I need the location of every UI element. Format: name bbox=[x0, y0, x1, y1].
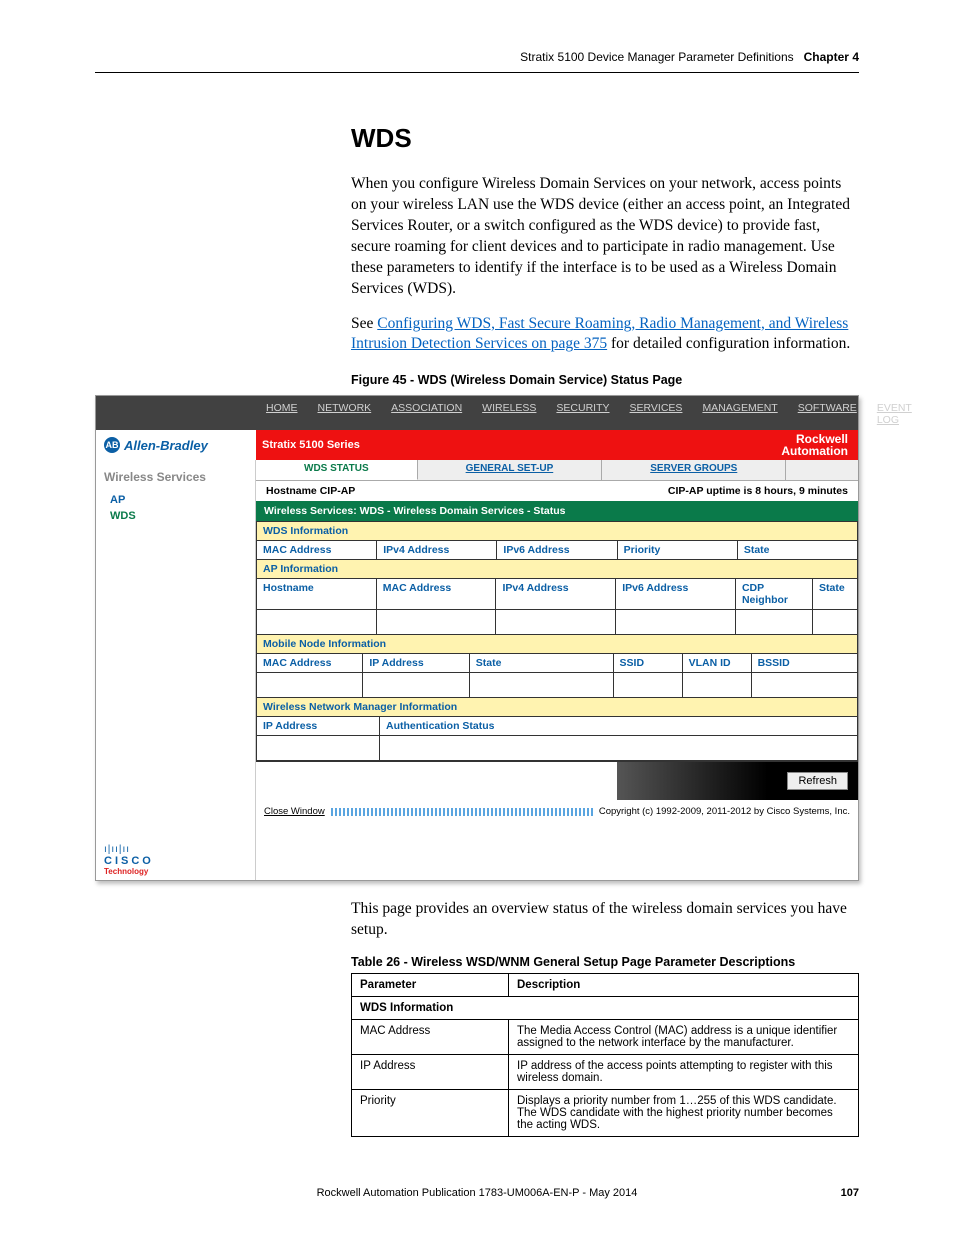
col-ipv6: IPv6 Address bbox=[497, 541, 617, 560]
header-rule bbox=[95, 72, 859, 73]
tab-association[interactable]: ASSOCIATION bbox=[381, 398, 472, 430]
row-ip-d: IP address of the access points attempti… bbox=[509, 1055, 859, 1090]
series-label: Stratix 5100 Series bbox=[262, 439, 360, 451]
col-ssid: SSID bbox=[614, 654, 683, 673]
top-bar: HOME NETWORK ASSOCIATION WIRELESS SECURI… bbox=[96, 396, 858, 430]
para2-pre: See bbox=[351, 315, 377, 332]
tab-event-log[interactable]: EVENT LOG bbox=[867, 398, 922, 430]
row-pri-p: Priority bbox=[352, 1090, 509, 1137]
col-state2: State bbox=[813, 579, 857, 610]
subtab-wds-status[interactable]: WDS STATUS bbox=[256, 460, 418, 480]
th-param: Parameter bbox=[352, 974, 509, 997]
status-bar: Wireless Services: WDS - Wireless Domain… bbox=[256, 501, 858, 521]
doc-title: Stratix 5100 Device Manager Parameter De… bbox=[520, 50, 793, 64]
wds-info-header: WDS Information bbox=[257, 522, 857, 541]
subtab-server-groups[interactable]: SERVER GROUPS bbox=[602, 460, 786, 480]
col-vlan: VLAN ID bbox=[683, 654, 752, 673]
tab-services[interactable]: SERVICES bbox=[620, 398, 693, 430]
col-ip2: IP Address bbox=[257, 717, 380, 736]
close-window-link[interactable]: Close Window bbox=[264, 806, 325, 817]
hostname-row: Hostname CIP-AP CIP-AP uptime is 8 hours… bbox=[256, 481, 858, 501]
ab-icon: AB bbox=[104, 437, 120, 453]
row-mac-p: MAC Address bbox=[352, 1020, 509, 1055]
running-header: Stratix 5100 Device Manager Parameter De… bbox=[95, 50, 859, 64]
shot-footer: Close Window Copyright (c) 1992-2009, 20… bbox=[256, 800, 858, 823]
refresh-button[interactable]: Refresh bbox=[787, 772, 848, 790]
chapter-label: Chapter 4 bbox=[804, 50, 859, 64]
th-desc: Description bbox=[509, 974, 859, 997]
figure-title: Figure 45 - WDS (Wireless Domain Service… bbox=[351, 373, 859, 387]
col-state: State bbox=[738, 541, 857, 560]
row-mac-d: The Media Access Control (MAC) address i… bbox=[509, 1020, 859, 1055]
col-bssid: BSSID bbox=[752, 654, 857, 673]
after-figure-para: This page provides an overview status of… bbox=[351, 899, 859, 941]
col-mac2: MAC Address bbox=[377, 579, 497, 610]
ap-info-header: AP Information bbox=[257, 560, 857, 579]
hostname-value: CIP-AP bbox=[320, 485, 356, 497]
tab-home[interactable]: HOME bbox=[256, 398, 308, 430]
rockwell-logo: RockwellAutomation bbox=[781, 433, 848, 458]
row-pri-d: Displays a priority number from 1…255 of… bbox=[509, 1090, 859, 1137]
sidebar-item-wds[interactable]: WDS bbox=[110, 510, 247, 522]
main-nav-tabs: HOME NETWORK ASSOCIATION WIRELESS SECURI… bbox=[256, 398, 922, 430]
action-save[interactable]: Save Configuration bbox=[922, 404, 954, 426]
tab-wireless[interactable]: WIRELESS bbox=[472, 398, 546, 430]
row-ip-p: IP Address bbox=[352, 1055, 509, 1090]
brand-bar: ABAllen-Bradley Stratix 5100 Series Rock… bbox=[96, 430, 858, 460]
tab-management[interactable]: MANAGEMENT bbox=[692, 398, 787, 430]
wds-info-table: WDS Information MAC Address IPv4 Address… bbox=[256, 521, 858, 762]
refresh-row: Refresh bbox=[256, 762, 858, 800]
col-state3: State bbox=[470, 654, 614, 673]
body-para-2: See Configuring WDS, Fast Secure Roaming… bbox=[351, 314, 859, 356]
col-ipv6-2: IPv6 Address bbox=[616, 579, 736, 610]
sidebar: Wireless Services AP WDS ı|ıı|ıı CISCO T… bbox=[96, 460, 256, 880]
main-panel: WDS STATUS GENERAL SET-UP SERVER GROUPS … bbox=[256, 460, 858, 880]
para2-post: for detailed configuration information. bbox=[607, 335, 850, 352]
col-ipv4-2: IPv4 Address bbox=[496, 579, 616, 610]
page-footer: Rockwell Automation Publication 1783-UM0… bbox=[95, 1187, 859, 1199]
sub-tabs: WDS STATUS GENERAL SET-UP SERVER GROUPS bbox=[256, 460, 858, 481]
mn-info-header: Mobile Node Information bbox=[257, 635, 857, 654]
col-auth: Authentication Status bbox=[380, 717, 857, 736]
hatch-divider bbox=[331, 808, 593, 816]
col-cdp: CDP Neighbor bbox=[736, 579, 813, 610]
cisco-logo: ı|ıı|ıı CISCO Technology bbox=[104, 844, 154, 876]
allen-bradley-logo: ABAllen-Bradley bbox=[96, 430, 256, 460]
col-mac3: MAC Address bbox=[257, 654, 363, 673]
copyright-label: Copyright (c) 1992-2009, 2011-2012 by Ci… bbox=[599, 806, 850, 817]
subtab-general-setup[interactable]: GENERAL SET-UP bbox=[418, 460, 603, 480]
uptime-label: CIP-AP uptime is 8 hours, 9 minutes bbox=[668, 485, 848, 497]
col-host: Hostname bbox=[257, 579, 377, 610]
table-title: Table 26 - Wireless WSD/WNM General Setu… bbox=[351, 955, 859, 969]
sidebar-item-ap[interactable]: AP bbox=[110, 494, 247, 506]
publication-label: Rockwell Automation Publication 1783-UM0… bbox=[317, 1187, 638, 1199]
section-title: WDS bbox=[351, 123, 859, 154]
top-actions: Save Configuration| Ping| Logout| Refres… bbox=[922, 404, 954, 430]
param-table: ParameterDescription WDS Information MAC… bbox=[351, 973, 859, 1137]
tab-security[interactable]: SECURITY bbox=[546, 398, 619, 430]
col-mac: MAC Address bbox=[257, 541, 377, 560]
page-number: 107 bbox=[841, 1187, 859, 1199]
tab-software[interactable]: SOFTWARE bbox=[788, 398, 867, 430]
tab-network[interactable]: NETWORK bbox=[308, 398, 382, 430]
col-priority: Priority bbox=[618, 541, 738, 560]
body-para-1: When you configure Wireless Domain Servi… bbox=[351, 174, 859, 300]
screenshot-wds-status: HOME NETWORK ASSOCIATION WIRELESS SECURI… bbox=[95, 395, 859, 881]
col-ipv4: IPv4 Address bbox=[377, 541, 497, 560]
wnm-info-header: Wireless Network Manager Information bbox=[257, 698, 857, 717]
th-section: WDS Information bbox=[352, 997, 859, 1020]
hostname-label: Hostname bbox=[266, 485, 317, 497]
sidebar-title: Wireless Services bbox=[104, 470, 247, 484]
col-ip: IP Address bbox=[363, 654, 469, 673]
